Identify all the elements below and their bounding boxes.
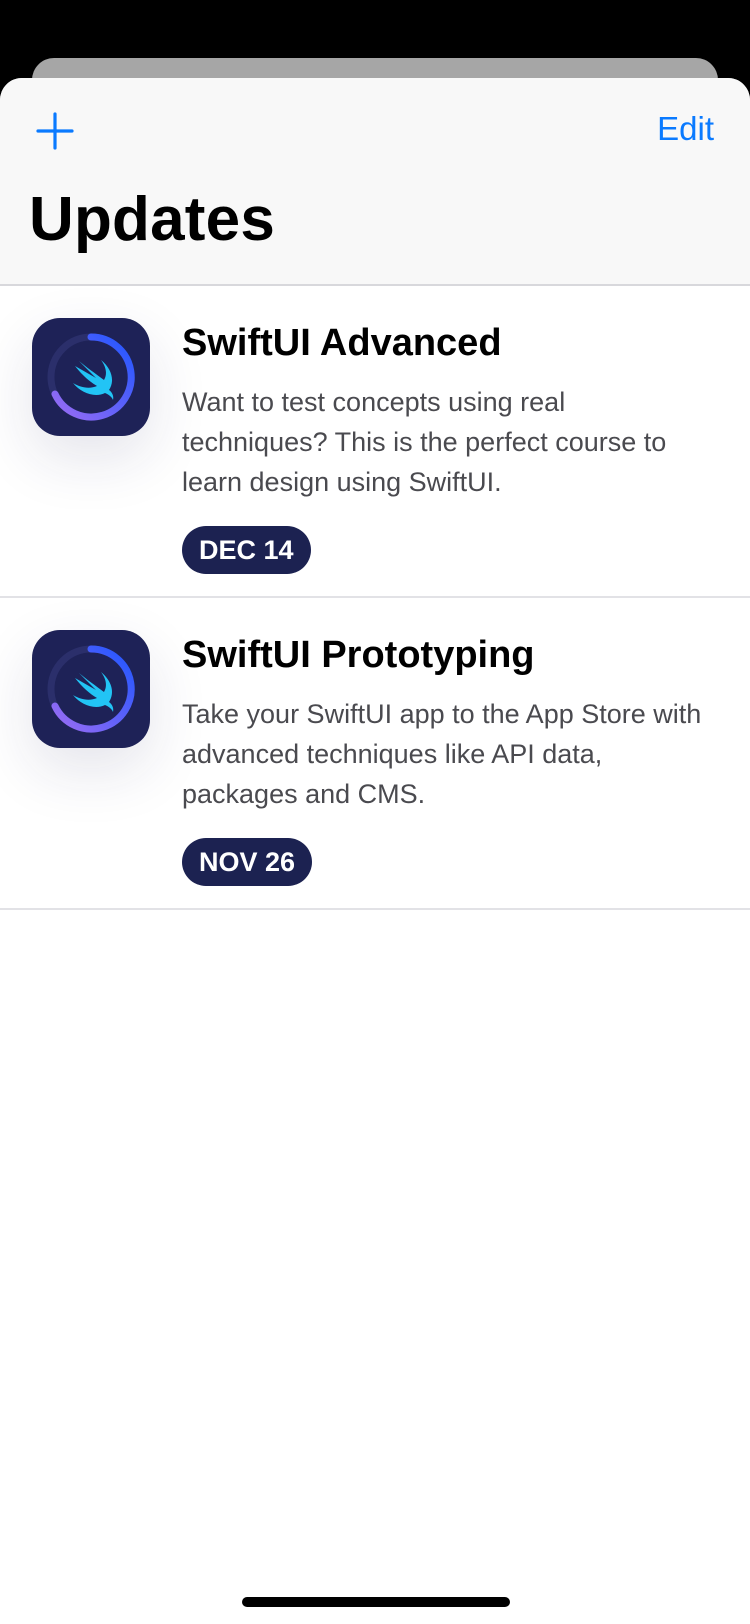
date-badge: NOV 26 (182, 838, 313, 886)
course-description: Take your SwiftUI app to the App Store w… (182, 699, 702, 809)
updates-list: SwiftUI Advanced Want to test concepts u… (0, 286, 750, 910)
updates-sheet: Edit Updates SwiftUI Advanced Want to te… (0, 78, 750, 1624)
screen: Edit Updates SwiftUI Advanced Want to te… (0, 0, 750, 1624)
course-description: Want to test concepts using real techniq… (182, 387, 667, 497)
navigation-bar: Edit Updates (0, 78, 750, 286)
list-item[interactable]: SwiftUI Prototyping Take your SwiftUI ap… (0, 598, 750, 910)
date-badge: DEC 14 (182, 526, 311, 574)
course-title: SwiftUI Advanced (182, 322, 502, 364)
plus-icon (30, 106, 80, 156)
add-button[interactable] (30, 106, 80, 156)
list-item[interactable]: SwiftUI Advanced Want to test concepts u… (0, 286, 750, 598)
swift-logo-icon (32, 318, 150, 436)
page-title: Updates (29, 185, 276, 254)
swift-logo-icon (32, 630, 150, 748)
home-indicator[interactable] (242, 1597, 510, 1607)
edit-button[interactable]: Edit (657, 110, 714, 148)
course-title: SwiftUI Prototyping (182, 634, 535, 676)
